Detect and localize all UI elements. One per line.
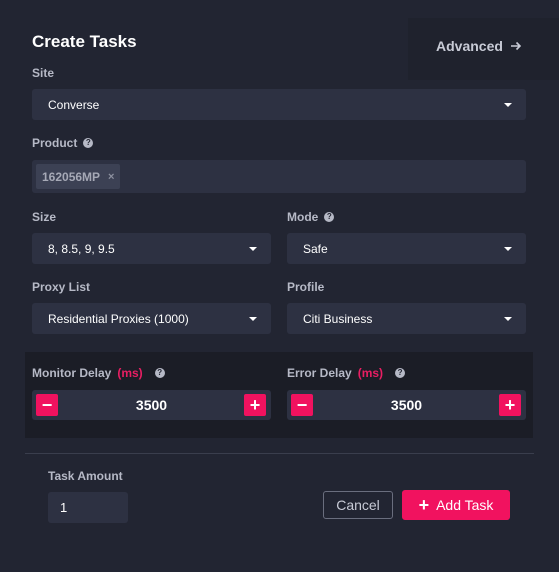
proxy-list-select[interactable]: Residential Proxies (1000) <box>32 303 271 334</box>
profile-select[interactable]: Citi Business <box>287 303 526 334</box>
proxy-list-value: Residential Proxies (1000) <box>48 311 189 326</box>
size-label-text: Size <box>32 210 57 224</box>
task-amount-label-text: Task Amount <box>48 469 123 483</box>
error-delay-label-text: Error Delay <box>287 366 352 380</box>
product-tag: 162056MP × <box>36 164 121 189</box>
chevron-down-icon <box>504 246 512 251</box>
monitor-delay-label: Monitor Delay (ms) ? <box>32 366 165 380</box>
size-select[interactable]: 8, 8.5, 9, 9.5 <box>32 233 271 264</box>
site-value: Converse <box>48 97 100 112</box>
size-label: Size <box>32 210 56 224</box>
cancel-label: Cancel <box>336 497 380 513</box>
error-delay-increment-button[interactable]: + <box>499 394 521 416</box>
arrow-right-icon <box>510 41 522 51</box>
chevron-down-icon <box>504 102 512 107</box>
error-delay-stepper: − 3500 + <box>287 390 526 420</box>
monitor-delay-increment-button[interactable]: + <box>244 394 266 416</box>
monitor-delay-label-text: Monitor Delay <box>32 366 112 380</box>
proxy-list-label-text: Proxy List <box>32 280 91 294</box>
plus-icon: + <box>418 495 430 515</box>
site-label-text: Site <box>32 66 55 80</box>
chevron-down-icon <box>504 316 512 321</box>
site-label: Site <box>32 66 54 80</box>
profile-label-text: Profile <box>287 280 325 294</box>
size-value: 8, 8.5, 9, 9.5 <box>48 241 115 256</box>
monitor-delay-stepper: − 3500 + <box>32 390 271 420</box>
task-amount-label: Task Amount <box>48 469 123 483</box>
product-label: Product ? <box>32 136 94 150</box>
help-icon[interactable]: ? <box>324 212 335 222</box>
proxy-list-label: Proxy List <box>32 280 90 294</box>
error-delay-value[interactable]: 3500 <box>317 390 496 420</box>
monitor-delay-unit: (ms) <box>117 366 143 380</box>
error-delay-unit: (ms) <box>357 366 384 380</box>
modal-title: Create Tasks <box>32 32 137 51</box>
cancel-button[interactable]: Cancel <box>323 491 393 519</box>
mode-value: Safe <box>303 241 328 256</box>
add-task-button[interactable]: + Add Task <box>402 490 510 520</box>
profile-label: Profile <box>287 280 324 294</box>
help-icon[interactable]: ? <box>83 138 94 148</box>
add-task-label: Add Task <box>436 497 494 513</box>
site-select[interactable]: Converse <box>32 89 526 120</box>
task-amount-input[interactable]: 1 <box>48 492 128 523</box>
close-icon[interactable]: × <box>108 171 114 183</box>
product-label-text: Product <box>32 136 78 150</box>
mode-label-text: Mode <box>287 210 319 224</box>
mode-label: Mode ? <box>287 210 335 224</box>
create-tasks-modal: Create Tasks Advanced Site Converse Prod… <box>0 0 559 572</box>
advanced-link[interactable]: Advanced <box>436 38 522 54</box>
error-delay-decrement-button[interactable]: − <box>291 394 313 416</box>
profile-value: Citi Business <box>303 311 373 326</box>
chevron-down-icon <box>249 316 257 321</box>
help-icon[interactable]: ? <box>154 368 165 378</box>
error-delay-label: Error Delay (ms) ? <box>287 366 406 380</box>
product-tag-text: 162056MP <box>42 169 101 184</box>
help-icon[interactable]: ? <box>395 368 406 378</box>
monitor-delay-decrement-button[interactable]: − <box>36 394 58 416</box>
monitor-delay-value[interactable]: 3500 <box>62 390 241 420</box>
mode-select[interactable]: Safe <box>287 233 526 264</box>
divider <box>25 453 534 454</box>
advanced-label: Advanced <box>436 38 503 54</box>
chevron-down-icon <box>249 246 257 251</box>
